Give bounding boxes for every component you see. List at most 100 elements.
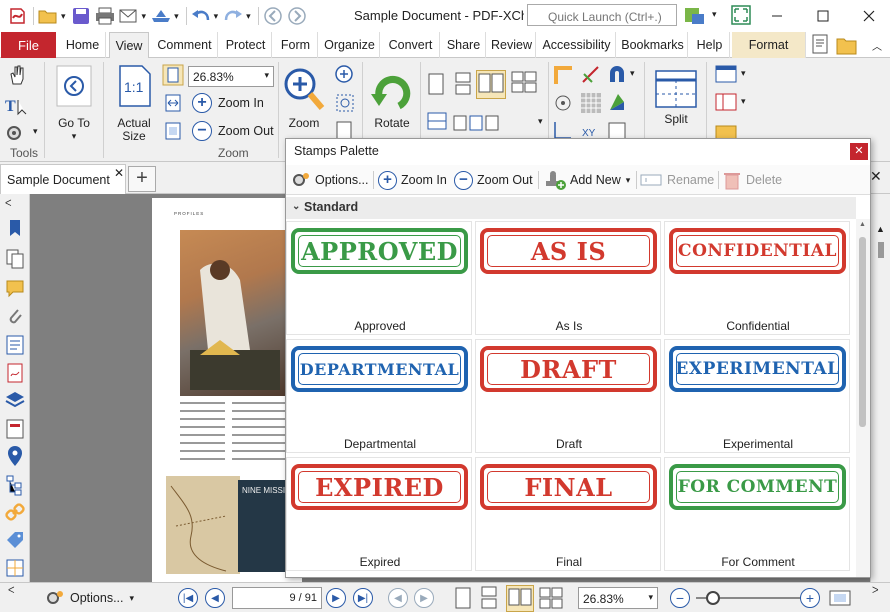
- minimize-button[interactable]: [754, 0, 800, 32]
- forward-nav-icon[interactable]: [286, 6, 308, 26]
- stamp-item-departmental[interactable]: DEPARTMENTAL Departmental: [286, 339, 472, 453]
- signatures-icon[interactable]: [5, 362, 25, 383]
- zoom-out-button[interactable]: − Zoom Out: [192, 121, 274, 141]
- facing-continuous-icon[interactable]: [510, 70, 538, 97]
- tab-review[interactable]: Review: [488, 32, 536, 58]
- tab-form[interactable]: Form: [274, 32, 318, 58]
- tab-home[interactable]: Home: [60, 32, 106, 58]
- folder-search-icon[interactable]: [836, 34, 860, 59]
- stamp-item-draft[interactable]: DRAFT Draft: [475, 339, 661, 453]
- stamp-item-approved[interactable]: APPROVED Approved: [286, 221, 472, 335]
- tags-icon[interactable]: [5, 418, 25, 439]
- single-page-icon[interactable]: [426, 72, 446, 99]
- chevron-down-icon[interactable]: ▾: [538, 116, 543, 127]
- stamp-item-experimental[interactable]: EXPERIMENTAL Experimental: [664, 339, 850, 453]
- tab-view[interactable]: View: [109, 32, 149, 59]
- stamp-category-header[interactable]: ⌄ Standard: [286, 197, 856, 219]
- links-icon[interactable]: [5, 502, 25, 522]
- chevron-down-icon[interactable]: ▾: [174, 11, 179, 22]
- chevron-down-icon[interactable]: ▾: [712, 9, 717, 20]
- chevron-down-icon[interactable]: ▾: [630, 68, 635, 79]
- measure-icon[interactable]: [580, 64, 602, 89]
- status-zoom-input[interactable]: 26.83% ▾: [578, 587, 658, 609]
- facing-view-icon[interactable]: [506, 585, 534, 612]
- split-view-button[interactable]: Split: [650, 68, 702, 126]
- new-tab-button[interactable]: +: [128, 166, 156, 192]
- grid-icon[interactable]: [580, 92, 602, 117]
- select-text-icon[interactable]: T: [4, 94, 30, 119]
- close-tab-icon[interactable]: ✕: [114, 166, 124, 180]
- next-view-button[interactable]: ▶: [414, 588, 434, 608]
- tag-icon[interactable]: [5, 530, 25, 550]
- tab-format[interactable]: Format: [732, 32, 806, 58]
- chevron-down-icon[interactable]: ▾: [246, 11, 251, 22]
- email-icon[interactable]: [118, 6, 140, 26]
- magnet-icon[interactable]: [606, 64, 628, 89]
- customize-icon[interactable]: [684, 6, 708, 29]
- split-page-icon[interactable]: [426, 110, 448, 137]
- save-icon[interactable]: [70, 6, 92, 26]
- chevron-down-icon[interactable]: ▾: [741, 96, 746, 107]
- palette-close-button[interactable]: ✕: [850, 143, 868, 160]
- scan-icon[interactable]: [150, 6, 172, 26]
- facing-pages-icon[interactable]: [476, 70, 506, 99]
- palette-scroll-thumb[interactable]: [859, 237, 866, 427]
- tab-convert[interactable]: Convert: [382, 32, 440, 58]
- fit-width-icon[interactable]: [162, 92, 184, 117]
- actual-size-button[interactable]: 1:1 Actual Size: [110, 64, 158, 144]
- palette-scrollbar[interactable]: ▲: [856, 219, 870, 577]
- page-numbers-icon[interactable]: [452, 110, 502, 137]
- tab-organize[interactable]: Organize: [320, 32, 380, 58]
- next-page-button[interactable]: ▶: [326, 588, 346, 608]
- stamp-item-for-comment[interactable]: FOR COMMENT For Comment: [664, 457, 850, 571]
- fit-page-icon[interactable]: [162, 64, 184, 89]
- palette-rename-button[interactable]: Rename: [640, 169, 714, 191]
- chevron-down-icon[interactable]: ▾: [61, 11, 66, 22]
- zoom-slider-knob[interactable]: [706, 591, 720, 605]
- page-number-input[interactable]: 9 / 91: [232, 587, 322, 609]
- zoom-combo[interactable]: 26.83% ▾: [188, 66, 274, 87]
- content-icon[interactable]: [5, 334, 25, 355]
- open-folder-icon[interactable]: [37, 6, 59, 26]
- zoom-tool-button[interactable]: Zoom: [282, 64, 326, 130]
- tab-file[interactable]: File: [1, 32, 56, 58]
- stamp-item-final[interactable]: FINAL Final: [475, 457, 661, 571]
- collapse-icon[interactable]: ᐳ: [872, 585, 879, 596]
- panes-icon[interactable]: [714, 92, 738, 117]
- print-icon[interactable]: [94, 6, 116, 26]
- tab-accessibility[interactable]: Accessibility: [538, 32, 616, 58]
- marquee-zoom-icon[interactable]: [334, 92, 356, 117]
- rotate-view-button[interactable]: Rotate: [366, 68, 418, 130]
- facing-continuous-view-icon[interactable]: [538, 586, 564, 612]
- stamp-item-as-is[interactable]: AS IS As Is: [475, 221, 661, 335]
- continuous-view-icon[interactable]: [478, 586, 500, 612]
- palette-zoom-out-button[interactable]: − Zoom Out: [454, 169, 533, 191]
- ribbon-option-icon[interactable]: [810, 34, 832, 59]
- close-window-button[interactable]: [846, 0, 890, 32]
- palette-zoom-in-button[interactable]: + Zoom In: [378, 169, 447, 191]
- zoom-in-button[interactable]: + Zoom In: [192, 93, 264, 113]
- palette-add-new-button[interactable]: Add New ▾: [543, 169, 630, 191]
- status-zoom-in-button[interactable]: +: [800, 588, 820, 608]
- tab-protect[interactable]: Protect: [220, 32, 272, 58]
- chevron-down-icon[interactable]: ▾: [33, 126, 38, 137]
- quick-launch-input[interactable]: [527, 4, 677, 26]
- document-tab[interactable]: Sample Document: [0, 164, 126, 194]
- settings-tool-icon[interactable]: [4, 122, 28, 147]
- chevron-down-icon[interactable]: ▾: [142, 11, 147, 22]
- collapse-icon[interactable]: ᐸ: [5, 198, 25, 218]
- status-zoom-out-button[interactable]: −: [670, 588, 690, 608]
- tab-bookmarks[interactable]: Bookmarks: [618, 32, 688, 58]
- close-document-icon[interactable]: ✕: [870, 168, 882, 185]
- first-page-button[interactable]: |◀: [178, 588, 198, 608]
- color-icon[interactable]: [606, 92, 628, 117]
- undo-icon[interactable]: [190, 6, 212, 26]
- goto-button[interactable]: Go To ▾: [50, 64, 98, 144]
- structure-icon[interactable]: [5, 474, 25, 496]
- hand-tool-icon[interactable]: [6, 64, 28, 89]
- stamp-item-confidential[interactable]: CONFIDENTIAL Confidential: [664, 221, 850, 335]
- destinations-icon[interactable]: [5, 446, 25, 466]
- bookmarks-icon[interactable]: [5, 218, 25, 238]
- back-nav-icon[interactable]: [262, 6, 284, 26]
- tab-help[interactable]: Help: [690, 32, 730, 58]
